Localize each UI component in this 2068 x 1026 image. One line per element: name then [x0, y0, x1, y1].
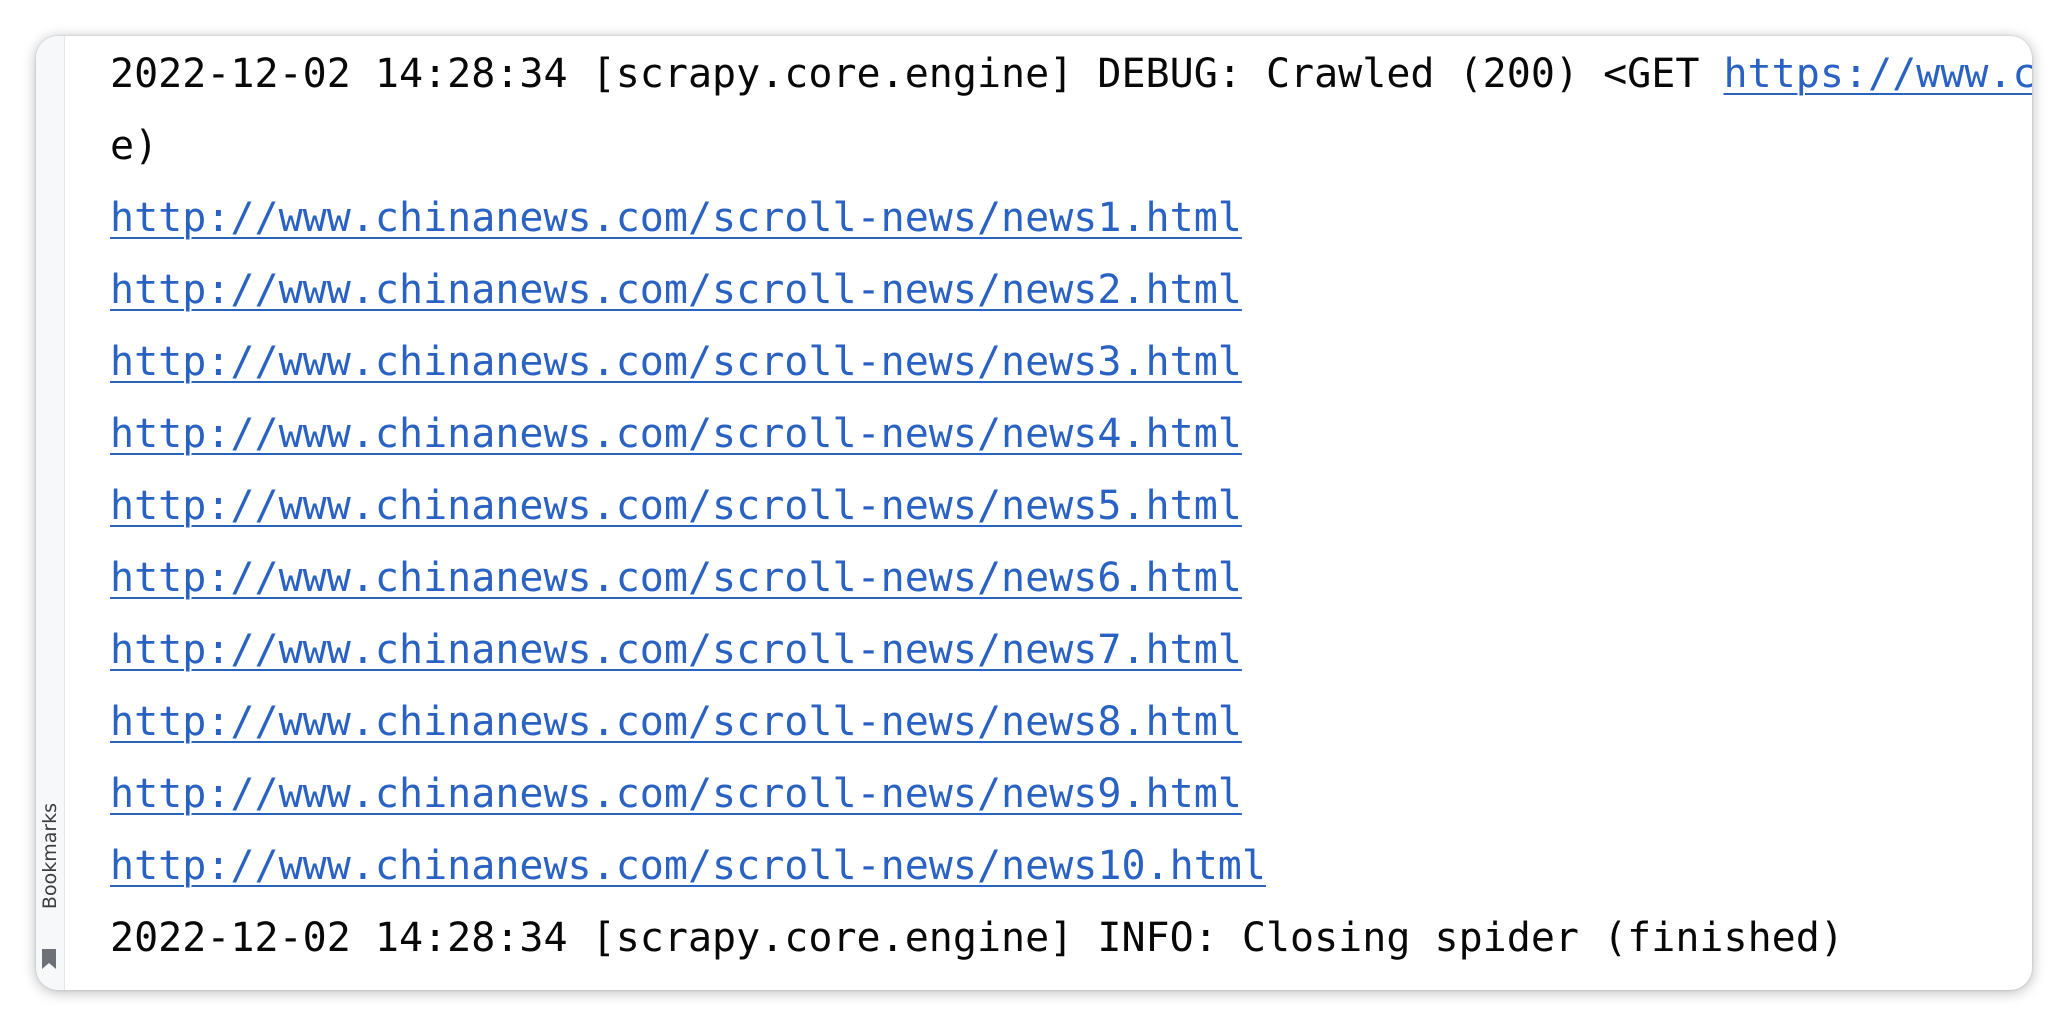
url-link[interactable]: http://www.chinanews.com/scroll-news/new…: [110, 771, 1242, 817]
log-link[interactable]: https://www.chinanews.com/scroll-news/ne…: [1724, 51, 2033, 97]
url-link[interactable]: http://www.chinanews.com/scroll-news/new…: [110, 843, 1266, 889]
log-text: 2022-12-02 14:28:34 [scrapy.core.engine]…: [110, 51, 1724, 97]
bookmark-icon: [42, 949, 56, 969]
url-link[interactable]: http://www.chinanews.com/scroll-news/new…: [110, 195, 1242, 241]
url-link[interactable]: http://www.chinanews.com/scroll-news/new…: [110, 483, 1242, 529]
url-line-3: http://www.chinanews.com/scroll-news/new…: [110, 326, 1242, 398]
bookmarks-label: Bookmarks: [39, 802, 61, 910]
log-text: 2022-12-02 14:28:34 [scrapy.core.engine]…: [110, 915, 1844, 961]
log-line-debug: 2022-12-02 14:28:34 [scrapy.core.engine]…: [110, 38, 2032, 110]
url-line-2: http://www.chinanews.com/scroll-news/new…: [110, 254, 1242, 326]
url-line-4: http://www.chinanews.com/scroll-news/new…: [110, 398, 1242, 470]
bookmarks-tool-tab[interactable]: Bookmarks: [36, 776, 64, 976]
url-link[interactable]: http://www.chinanews.com/scroll-news/new…: [110, 267, 1242, 313]
url-line-5: http://www.chinanews.com/scroll-news/new…: [110, 470, 1242, 542]
log-line-wrapped: e): [110, 110, 158, 182]
url-line-8: http://www.chinanews.com/scroll-news/new…: [110, 686, 1242, 758]
url-link[interactable]: http://www.chinanews.com/scroll-news/new…: [110, 411, 1242, 457]
log-line-info: 2022-12-02 14:28:34 [scrapy.core.engine]…: [110, 902, 1844, 974]
console-output[interactable]: 2022-12-02 14:28:34 [scrapy.core.engine]…: [74, 36, 2032, 990]
url-line-9: http://www.chinanews.com/scroll-news/new…: [110, 758, 1242, 830]
log-text: e): [110, 123, 159, 169]
url-link[interactable]: http://www.chinanews.com/scroll-news/new…: [110, 339, 1242, 385]
url-link[interactable]: http://www.chinanews.com/scroll-news/new…: [110, 555, 1242, 601]
run-console-window: Bookmarks 2022-12-02 14:28:34 [scrapy.co…: [36, 36, 2032, 990]
url-line-6: http://www.chinanews.com/scroll-news/new…: [110, 542, 1242, 614]
url-link[interactable]: http://www.chinanews.com/scroll-news/new…: [110, 627, 1242, 673]
url-line-10: http://www.chinanews.com/scroll-news/new…: [110, 830, 1266, 902]
left-tool-strip: Bookmarks: [36, 36, 65, 990]
url-line-1: http://www.chinanews.com/scroll-news/new…: [110, 182, 1242, 254]
url-line-7: http://www.chinanews.com/scroll-news/new…: [110, 614, 1242, 686]
url-link[interactable]: http://www.chinanews.com/scroll-news/new…: [110, 699, 1242, 745]
